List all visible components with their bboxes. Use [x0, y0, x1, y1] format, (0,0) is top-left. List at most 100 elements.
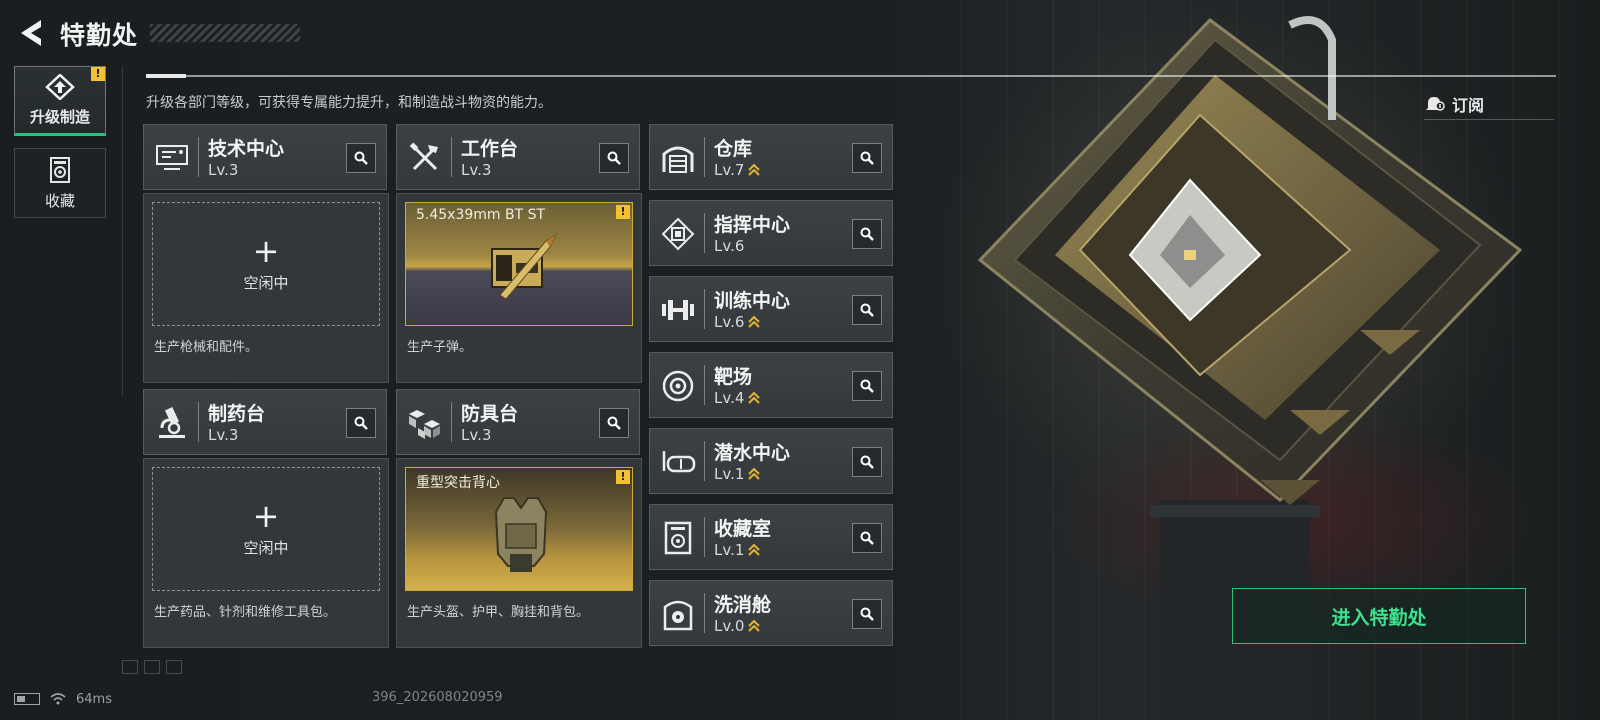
level-text: Lv.6 — [714, 237, 745, 255]
level-text: Lv.3 — [208, 161, 239, 179]
cubes-icon — [407, 405, 443, 441]
ping-value: 64ms — [76, 691, 112, 707]
search-button[interactable] — [852, 447, 882, 477]
product-name: 重型突击背心 — [416, 475, 500, 491]
department-diving-center[interactable]: 潜水中心 Lv.1 — [649, 428, 893, 494]
search-button[interactable] — [852, 599, 882, 629]
bell-icon — [1426, 96, 1445, 111]
search-icon — [607, 151, 621, 165]
card-description: 生产头盔、护甲、胸挂和背包。 — [407, 605, 590, 620]
department-shooting-range[interactable]: 靶场 Lv.4 — [649, 352, 893, 418]
department-name: 仓库 — [714, 138, 753, 160]
card-header-armor-bench[interactable]: 防具台 Lv.3 — [396, 389, 640, 455]
department-level: Lv.1 — [714, 465, 761, 483]
department-level: Lv.6 — [714, 237, 744, 255]
search-button[interactable] — [852, 371, 882, 401]
upgrade-arrow-icon — [748, 163, 761, 176]
level-text: Lv.6 — [714, 313, 745, 331]
collection-icon — [50, 156, 70, 183]
card-description: 生产子弹。 — [407, 340, 473, 355]
card-level: Lv.3 — [461, 161, 491, 179]
upgrade-arrow-icon — [748, 391, 761, 404]
card-header-workbench[interactable]: 工作台 Lv.3 — [396, 124, 640, 190]
level-text: Lv.3 — [461, 161, 492, 179]
product-slot[interactable]: 5.45x39mm BT ST ! — [405, 202, 633, 326]
card-divider — [704, 517, 705, 557]
card-level: Lv.3 — [461, 426, 491, 444]
search-button[interactable] — [599, 143, 629, 173]
search-button[interactable] — [852, 295, 882, 325]
card-divider — [198, 137, 199, 177]
department-name: 洗消舱 — [714, 594, 772, 616]
tab-upgrade-production[interactable]: 升级制造 ! — [14, 66, 106, 136]
microscope-icon — [154, 405, 190, 441]
level-text: Lv.1 — [714, 465, 745, 483]
search-icon — [860, 303, 874, 317]
department-warehouse[interactable]: 仓库 Lv.7 — [649, 124, 893, 190]
level-text: Lv.3 — [461, 426, 492, 444]
search-button[interactable] — [852, 143, 882, 173]
product-slot[interactable]: 重型突击背心 ! — [405, 467, 633, 591]
department-name: 收藏室 — [714, 518, 772, 540]
back-button[interactable] — [14, 16, 48, 50]
vault-icon — [660, 520, 696, 556]
card-body-armor-bench: 重型突击背心 ! 生产头盔、护甲、胸挂和背包。 — [396, 458, 642, 648]
page-subtitle: 升级各部门等级，可获得专属能力提升，和制造战斗物资的能力。 — [146, 95, 552, 111]
level-text: Lv.1 — [714, 541, 745, 559]
search-icon — [860, 531, 874, 545]
page-title: 特勤处 — [60, 21, 139, 50]
search-icon — [860, 379, 874, 393]
dumbbell-icon — [660, 292, 696, 328]
card-divider — [704, 137, 705, 177]
department-level: Lv.1 — [714, 541, 761, 559]
card-description: 生产枪械和配件。 — [154, 340, 259, 355]
card-body-pharmacy: + 空闲中 生产药品、针剂和维修工具包。 — [143, 458, 389, 648]
card-header-tech-center[interactable]: 技术中心 Lv.3 — [143, 124, 387, 190]
search-icon — [860, 607, 874, 621]
card-divider — [198, 402, 199, 442]
header-divider — [146, 74, 1556, 78]
upgrade-icon — [45, 73, 75, 100]
department-command-center[interactable]: 指挥中心 Lv.6 — [649, 200, 893, 266]
department-collection-room[interactable]: 收藏室 Lv.1 — [649, 504, 893, 570]
search-icon — [860, 455, 874, 469]
card-divider — [704, 289, 705, 329]
tab-upgrade-production-label: 升级制造 — [29, 107, 90, 126]
battery-icon — [14, 693, 40, 705]
search-button[interactable] — [599, 408, 629, 438]
department-level: Lv.4 — [714, 389, 761, 407]
idle-slot[interactable]: + 空闲中 — [152, 467, 380, 591]
enter-hq-button[interactable]: 进入特勤处 — [1232, 588, 1526, 644]
search-button[interactable] — [346, 143, 376, 173]
tab-collection-label: 收藏 — [44, 191, 75, 210]
card-divider — [451, 137, 452, 177]
upgrade-arrow-icon — [748, 619, 761, 632]
card-divider — [704, 213, 705, 253]
card-divider — [704, 593, 705, 633]
card-header-pharmacy[interactable]: 制药台 Lv.3 — [143, 389, 387, 455]
level-text: Lv.7 — [714, 161, 745, 179]
subscribe-button[interactable]: 订阅 — [1424, 88, 1554, 120]
search-button[interactable] — [852, 523, 882, 553]
tools-icon — [407, 140, 443, 176]
idle-slot[interactable]: + 空闲中 — [152, 202, 380, 326]
version-string: 396_202608020959 — [372, 690, 503, 705]
search-button[interactable] — [346, 408, 376, 438]
department-training-center[interactable]: 训练中心 Lv.6 — [649, 276, 893, 342]
warning-badge: ! — [616, 205, 630, 219]
subscribe-label: 订阅 — [1452, 95, 1485, 115]
tab-collection[interactable]: 收藏 — [14, 148, 106, 218]
department-name: 靶场 — [714, 366, 753, 388]
level-text: Lv.4 — [714, 389, 745, 407]
department-name: 指挥中心 — [714, 214, 791, 236]
level-text: Lv.0 — [714, 617, 745, 635]
status-bar: 64ms — [14, 688, 112, 710]
wifi-icon — [50, 693, 66, 705]
department-decontamination-chamber[interactable]: 洗消舱 Lv.0 — [649, 580, 893, 646]
mini-square-icon — [122, 660, 138, 674]
diving-mask-icon — [660, 444, 696, 480]
level-text: Lv.3 — [208, 426, 239, 444]
product-name: 5.45x39mm BT ST — [416, 207, 546, 223]
search-icon — [860, 227, 874, 241]
search-button[interactable] — [852, 219, 882, 249]
